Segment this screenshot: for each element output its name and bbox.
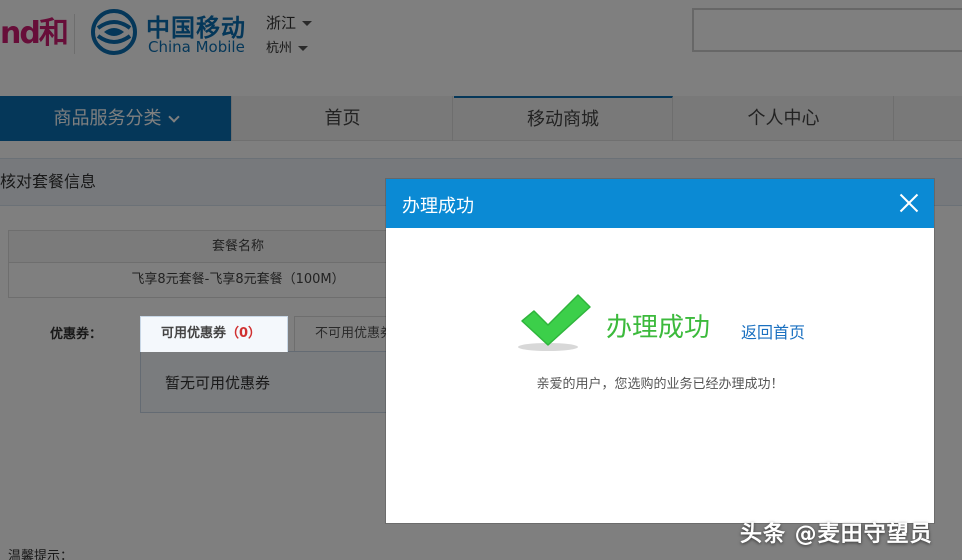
tab-available-coupons[interactable]: 可用优惠券（0） [140,316,288,352]
tab-available-label: 可用优惠券 [161,326,227,341]
checkmark-icon [518,294,591,351]
close-icon[interactable] [898,192,920,214]
back-home-link[interactable]: 返回首页 [741,319,805,343]
success-message: 亲爱的用户，您选购的业务已经办理成功！ [536,377,784,392]
success-dialog: 办理成功 办理成功 返回首页 亲爱的用户，您选购的业务已经办理成功！ [386,179,934,523]
dialog-header: 办理成功 [386,179,934,228]
success-heading: 办理成功 [606,313,711,343]
dialog-title: 办理成功 [402,196,474,217]
coupon-count: （0） [226,326,262,341]
watermark: 头条 @麦田守望员 [740,522,933,547]
